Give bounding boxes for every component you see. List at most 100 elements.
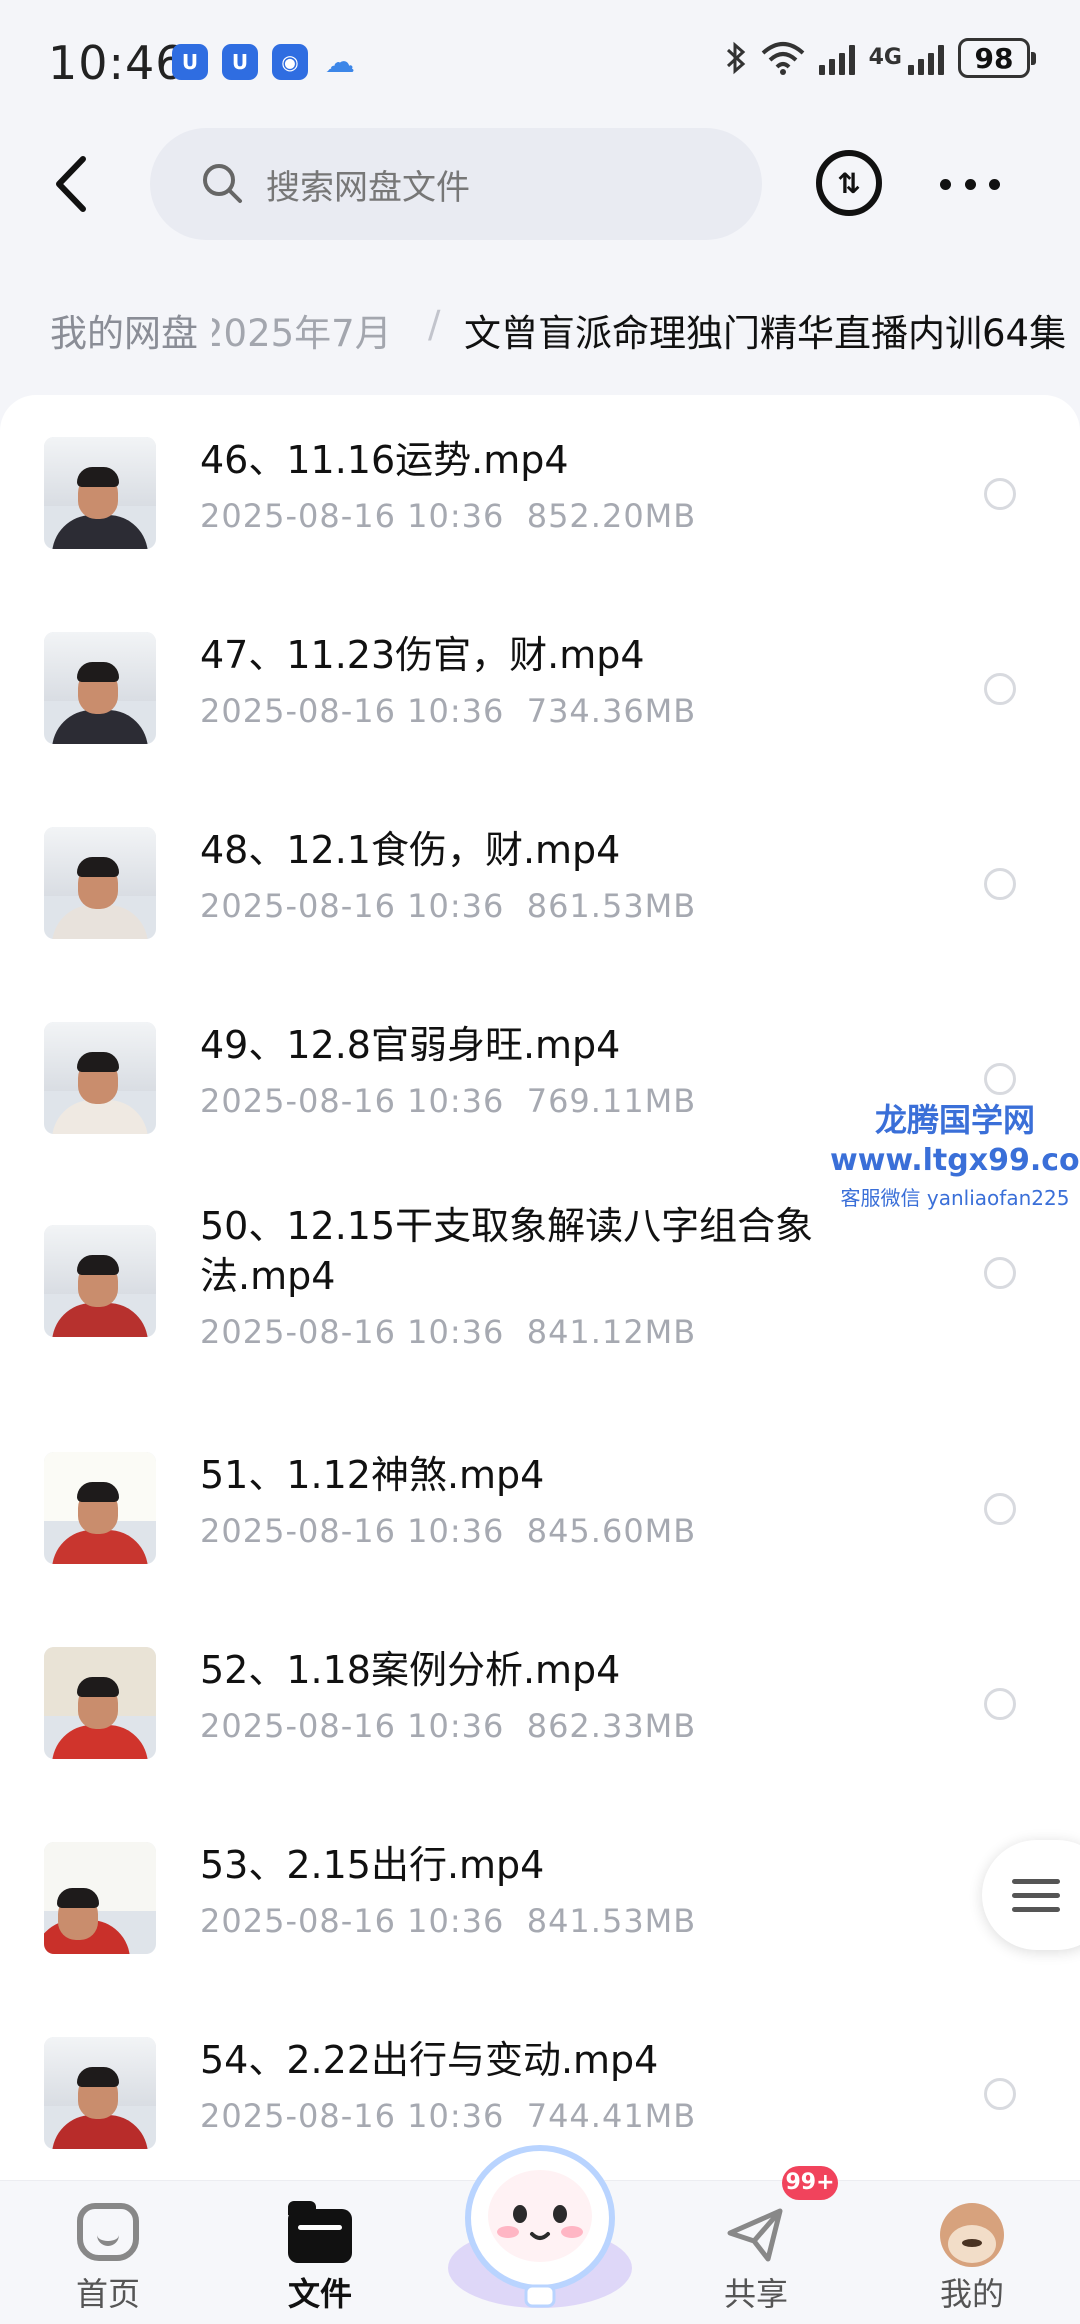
more-options-button[interactable]: [940, 164, 1000, 204]
file-date: 2025-08-16 10:36: [200, 497, 505, 535]
file-size: 852.20MB: [526, 497, 697, 535]
breadcrumb: 2025年7月 我的网盘 / 文曾盲派命理独门精华直播内训64集: [0, 285, 1080, 365]
file-date: 2025-08-16 10:36: [200, 1707, 505, 1745]
search-input[interactable]: 搜索网盘文件: [150, 128, 762, 240]
file-size: 861.53MB: [526, 887, 697, 925]
back-button[interactable]: [40, 152, 100, 216]
file-name: 46、11.16运势.mp4: [200, 438, 569, 482]
list-item[interactable]: 47、11.23伤官，财.mp4 2025-08-16 10:36 734.36…: [0, 610, 1080, 760]
video-thumbnail: [44, 1225, 156, 1337]
avatar: [940, 2203, 1004, 2267]
file-meta: 2025-08-16 10:36 841.53MB: [200, 1902, 696, 1940]
nav-label-home: 首页: [75, 2275, 140, 2313]
video-thumbnail: [44, 632, 156, 744]
nav-item-me[interactable]: 我的: [892, 2181, 1052, 2324]
signal-strength-icon: [908, 41, 944, 75]
share-count-badge: 99+: [782, 2166, 838, 2200]
watermark-contact: 客服微信 yanliaofan225: [840, 1186, 1070, 1210]
menu-line: [1012, 1906, 1060, 1912]
signal-strength-icon: [818, 41, 855, 75]
breadcrumb-current-folder: 文曾盲派命理独门精华直播内训64集: [464, 312, 1067, 355]
file-meta: 2025-08-16 10:36 841.12MB: [200, 1313, 696, 1351]
video-thumbnail: [44, 1647, 156, 1759]
file-list: 46、11.16运势.mp4 2025-08-16 10:36 852.20MB…: [0, 395, 1080, 2180]
search-icon: [203, 164, 242, 203]
top-bar: 搜索网盘文件 ⇅: [0, 120, 1080, 250]
file-name: 49、12.8官弱身旺.mp4: [200, 1023, 621, 1067]
watermark-title: 龙腾国学网: [874, 1101, 1035, 1139]
file-meta: 2025-08-16 10:36 845.60MB: [200, 1512, 696, 1550]
file-name: 53、2.15出行.mp4: [200, 1843, 545, 1887]
nav-item-home[interactable]: 首页: [28, 2181, 188, 2324]
file-date: 2025-08-16 10:36: [200, 1082, 505, 1120]
list-item[interactable]: 53、2.15出行.mp4 2025-08-16 10:36 841.53MB: [0, 1820, 1080, 1970]
breadcrumb-separator: /: [428, 303, 441, 346]
file-meta: 2025-08-16 10:36 861.53MB: [200, 887, 696, 925]
menu-line: [1012, 1878, 1060, 1884]
file-size: 841.53MB: [526, 1902, 697, 1940]
more-dot: [989, 178, 1000, 190]
watermark: 龙腾国学网 www.ltgx99.com 客服微信 yanliaofan225: [830, 1095, 1080, 1211]
file-date: 2025-08-16 10:36: [200, 887, 505, 925]
mascot-assistant-button[interactable]: [432, 2118, 648, 2318]
file-size: 862.33MB: [526, 1707, 697, 1745]
list-item[interactable]: 52、1.18案例分析.mp4 2025-08-16 10:36 862.33M…: [0, 1625, 1080, 1775]
file-name: 51、1.12神煞.mp4: [200, 1453, 545, 1497]
status-indicators: 4G 98: [725, 38, 1036, 78]
file-size: 841.12MB: [526, 1313, 697, 1351]
file-meta: 2025-08-16 10:36 862.33MB: [200, 1707, 696, 1745]
file-meta: 2025-08-16 10:36 734.36MB: [200, 692, 696, 730]
nav-label-me: 我的: [939, 2275, 1004, 2313]
battery-indicator: 98: [958, 38, 1036, 78]
nav-label-files: 文件: [287, 2275, 352, 2313]
transfer-list-button[interactable]: ⇅: [816, 150, 882, 216]
file-date: 2025-08-16 10:36: [200, 1902, 505, 1940]
file-size: 734.36MB: [526, 692, 697, 730]
app-notification-icon: U: [222, 44, 258, 80]
nav-item-share[interactable]: 共享: [676, 2181, 836, 2324]
chevron-left-icon: [56, 156, 86, 212]
video-thumbnail: [44, 827, 156, 939]
file-name: 54、2.22出行与变动.mp4: [200, 2038, 659, 2082]
select-radio[interactable]: [984, 868, 1016, 900]
list-item[interactable]: 48、12.1食伤，财.mp4 2025-08-16 10:36 861.53M…: [0, 805, 1080, 955]
wifi-icon: [761, 42, 804, 75]
select-radio[interactable]: [984, 2078, 1016, 2110]
menu-line: [1012, 1892, 1060, 1898]
status-app-icons: U U ◉ ☁: [172, 44, 358, 80]
file-size: 769.11MB: [526, 1082, 697, 1120]
app-notification-icon: U: [172, 44, 208, 80]
breadcrumb-item-root[interactable]: 我的网盘: [50, 303, 212, 357]
status-bar: 10:46 U U ◉ ☁ 4G 98: [0, 0, 1080, 120]
file-name: 48、12.1食伤，财.mp4: [200, 828, 621, 872]
transfer-icon: ⇅: [837, 166, 861, 200]
select-radio[interactable]: [984, 1063, 1016, 1095]
file-name: 47、11.23伤官，财.mp4: [200, 633, 645, 677]
cloud-drive-notification-icon: ☁: [325, 44, 355, 80]
more-dot: [964, 178, 976, 190]
select-radio[interactable]: [984, 673, 1016, 705]
select-radio[interactable]: [984, 478, 1016, 510]
list-item[interactable]: 50、12.15干支取象解读八字组合象法.mp4 2025-08-16 10:3…: [0, 1195, 1080, 1385]
bluetooth-icon: [726, 41, 745, 75]
status-time: 10:46: [48, 36, 186, 90]
breadcrumb-item-folder[interactable]: 2025年7月: [200, 303, 392, 357]
network-type-label: 4G: [868, 45, 902, 70]
file-date: 2025-08-16 10:36: [200, 692, 505, 730]
file-date: 2025-08-16 10:36: [200, 1313, 505, 1351]
paper-plane-icon: [727, 2208, 783, 2262]
file-size: 845.60MB: [526, 1512, 697, 1550]
list-item[interactable]: 46、11.16运势.mp4 2025-08-16 10:36 852.20MB: [0, 415, 1080, 565]
video-thumbnail: [44, 437, 156, 549]
file-name: 50、12.15干支取象解读八字组合象法.mp4: [200, 1204, 814, 1298]
select-radio[interactable]: [984, 1688, 1016, 1720]
search-placeholder: 搜索网盘文件: [266, 167, 470, 208]
select-radio[interactable]: [984, 1257, 1016, 1289]
list-item[interactable]: 51、1.12神煞.mp4 2025-08-16 10:36 845.60MB: [0, 1430, 1080, 1580]
video-thumbnail: [44, 1022, 156, 1134]
video-thumbnail: [44, 1842, 156, 1954]
video-thumbnail: [44, 1452, 156, 1564]
select-radio[interactable]: [984, 1493, 1016, 1525]
nav-item-files[interactable]: 文件: [240, 2181, 400, 2324]
watermark-url: www.ltgx99.com: [830, 1143, 1080, 1178]
